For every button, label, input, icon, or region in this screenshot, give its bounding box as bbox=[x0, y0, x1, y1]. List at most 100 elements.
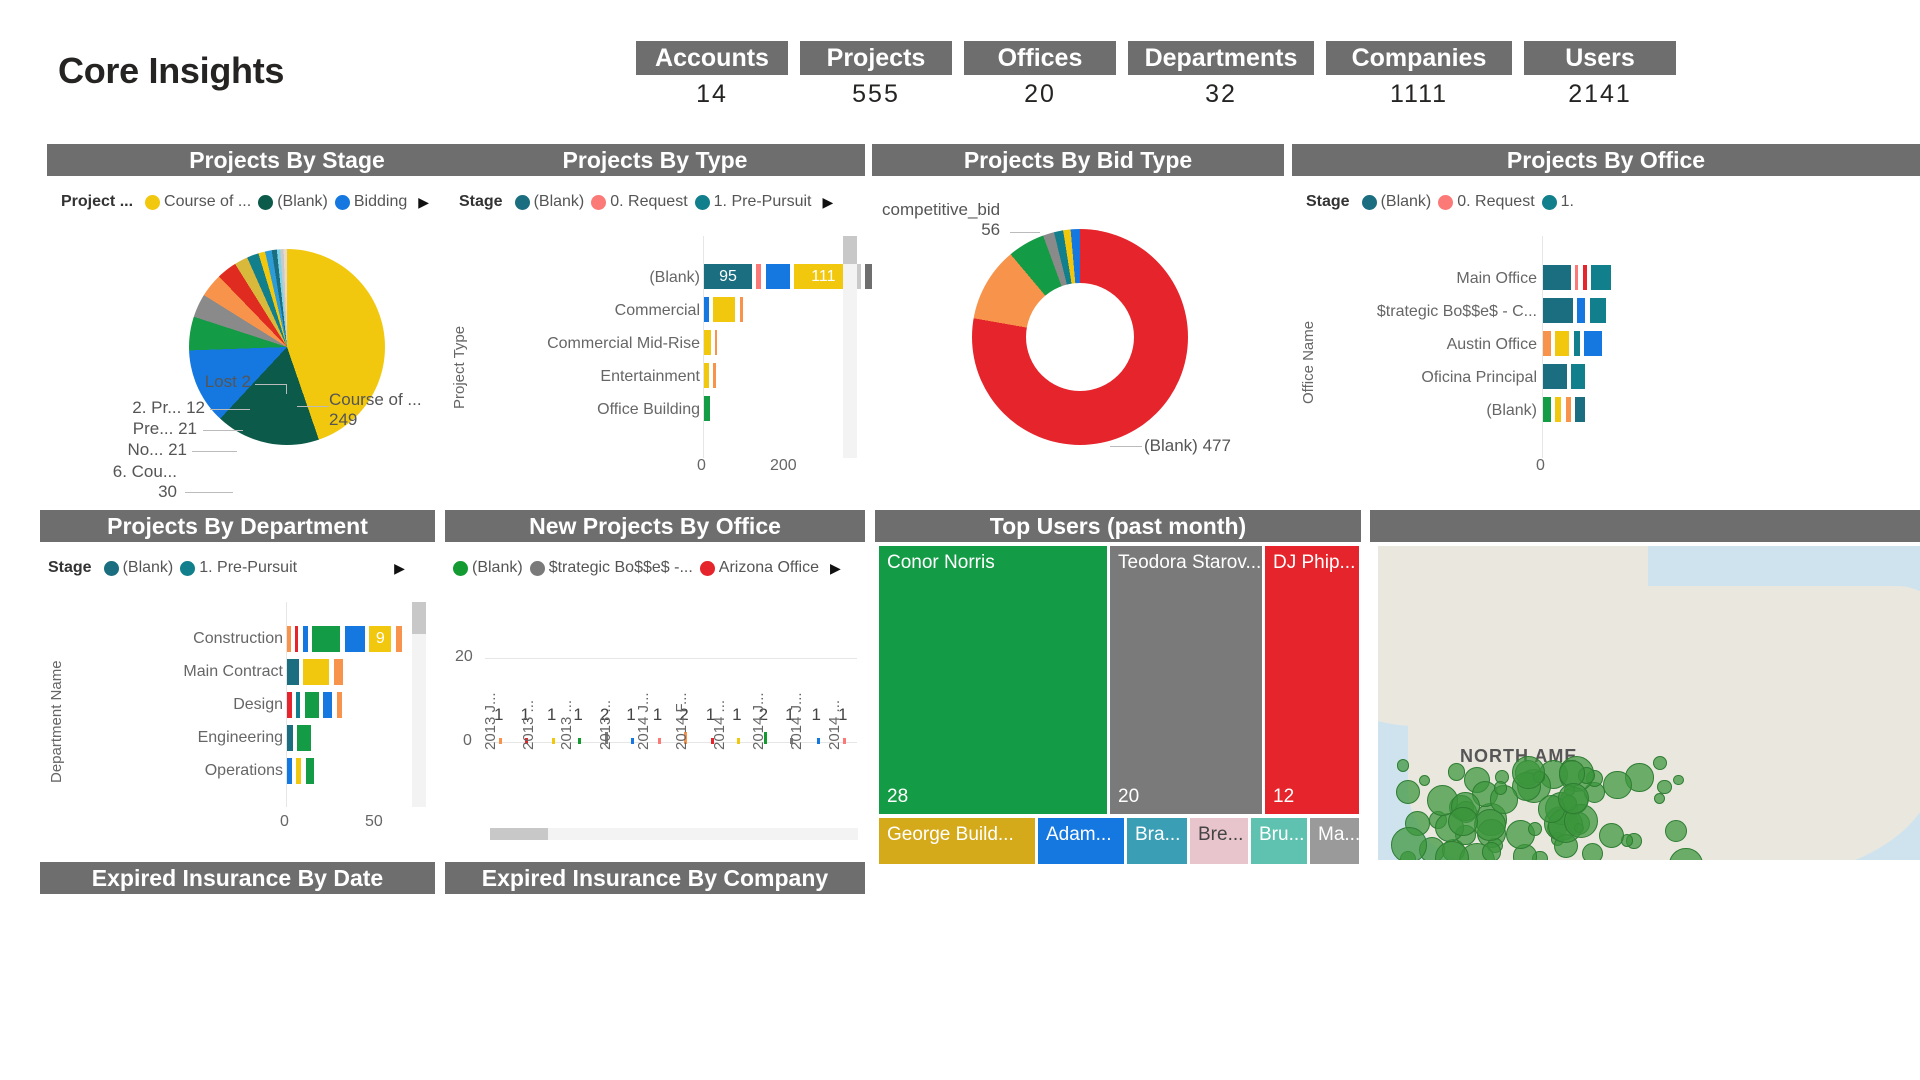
bar-segment[interactable] bbox=[1575, 265, 1579, 290]
chevron-right-icon[interactable]: ▶ bbox=[394, 560, 405, 577]
bar-segment[interactable] bbox=[296, 758, 302, 784]
bar-segment[interactable] bbox=[287, 692, 292, 718]
bar-segment[interactable] bbox=[287, 758, 292, 784]
bar-segment[interactable] bbox=[704, 330, 711, 355]
bar-segment[interactable] bbox=[312, 626, 341, 652]
treemap-tile[interactable]: Bru... bbox=[1251, 818, 1307, 864]
bar-segment[interactable] bbox=[305, 758, 314, 784]
bar-segment[interactable] bbox=[1543, 364, 1567, 389]
vertical-scrollbar[interactable] bbox=[412, 602, 426, 807]
vertical-scrollbar[interactable] bbox=[843, 236, 857, 458]
bar-segment[interactable] bbox=[1543, 331, 1551, 356]
bar-segment[interactable] bbox=[287, 626, 291, 652]
scrollbar-thumb[interactable] bbox=[412, 602, 426, 634]
map-bubble[interactable] bbox=[1603, 771, 1632, 800]
legend-item[interactable]: (Blank) bbox=[103, 559, 173, 577]
map-bubble[interactable] bbox=[1493, 781, 1508, 795]
treemap-top-users[interactable]: Conor Norris 28 Teodora Starov... 20 DJ … bbox=[875, 546, 1361, 864]
bar-segment[interactable] bbox=[739, 297, 743, 322]
data-marker[interactable] bbox=[499, 738, 502, 744]
bar-segment[interactable] bbox=[713, 297, 736, 322]
bar-row[interactable]: 9 bbox=[287, 626, 402, 652]
data-marker[interactable] bbox=[631, 738, 635, 744]
donut-chart-projects-by-bid-type[interactable] bbox=[972, 229, 1188, 445]
kpi-card-accounts[interactable]: Accounts 14 bbox=[636, 41, 788, 109]
kpi-card-projects[interactable]: Projects 555 bbox=[800, 41, 952, 109]
bar-segment[interactable] bbox=[287, 659, 299, 685]
bar-segment[interactable] bbox=[715, 330, 718, 355]
kpi-card-departments[interactable]: Departments 32 bbox=[1128, 41, 1314, 109]
bar-segment[interactable] bbox=[1543, 298, 1573, 323]
bar-segment[interactable] bbox=[1591, 265, 1612, 290]
bar-segment[interactable] bbox=[296, 692, 301, 718]
legend-item[interactable]: Course of ... bbox=[145, 193, 251, 211]
treemap-tile[interactable]: Bre... bbox=[1190, 818, 1248, 864]
bar-segment[interactable] bbox=[302, 626, 308, 652]
bar-segment[interactable] bbox=[1565, 397, 1571, 422]
bar-row[interactable] bbox=[287, 725, 312, 751]
bar-segment[interactable] bbox=[303, 659, 330, 685]
treemap-tile[interactable]: Teodora Starov... 20 bbox=[1110, 546, 1262, 814]
bar-row[interactable]: 95 111 bbox=[704, 264, 895, 289]
legend-item[interactable]: (Blank) bbox=[514, 193, 584, 211]
bar-row[interactable] bbox=[704, 297, 743, 322]
treemap-tile[interactable]: Conor Norris 28 bbox=[879, 546, 1107, 814]
legend-item[interactable]: (Blank) bbox=[453, 559, 523, 577]
chevron-right-icon[interactable]: ▶ bbox=[830, 560, 841, 577]
bar-segment[interactable] bbox=[344, 626, 365, 652]
map-bubble[interactable] bbox=[1396, 758, 1410, 772]
bar-segment[interactable] bbox=[1555, 397, 1562, 422]
legend-item[interactable]: Arizona Office bbox=[699, 559, 819, 577]
bar-segment[interactable] bbox=[1582, 265, 1587, 290]
bar-segment[interactable] bbox=[1571, 364, 1586, 389]
treemap-tile[interactable]: George Build... bbox=[879, 818, 1035, 864]
map-bubble[interactable] bbox=[1673, 774, 1684, 785]
bar-row[interactable] bbox=[287, 659, 343, 685]
bar-row[interactable] bbox=[287, 758, 314, 784]
legend-item[interactable]: 1. bbox=[1541, 193, 1574, 211]
bar-segment[interactable] bbox=[297, 725, 312, 751]
bar-segment[interactable] bbox=[1543, 397, 1551, 422]
bar-segment[interactable] bbox=[323, 692, 333, 718]
map-bubble[interactable] bbox=[1665, 819, 1688, 842]
bar-segment[interactable] bbox=[856, 264, 861, 289]
legend-item[interactable]: 1. Pre-Pursuit bbox=[694, 193, 811, 211]
bar-segment[interactable] bbox=[295, 626, 299, 652]
map-visual[interactable]: NORTH AME bbox=[1378, 546, 1920, 860]
bar-segment[interactable] bbox=[287, 725, 293, 751]
map-bubble[interactable] bbox=[1557, 782, 1589, 814]
bar-row[interactable] bbox=[1543, 265, 1612, 290]
legend-item[interactable]: 0. Request bbox=[591, 193, 688, 211]
legend-item[interactable]: (Blank) bbox=[1361, 193, 1431, 211]
bar-segment[interactable] bbox=[1589, 298, 1606, 323]
treemap-tile[interactable]: Adam... bbox=[1038, 818, 1124, 864]
bar-segment[interactable] bbox=[304, 692, 319, 718]
treemap-tile[interactable]: DJ Phip... 12 bbox=[1265, 546, 1359, 814]
chevron-right-icon[interactable]: ▶ bbox=[418, 194, 429, 211]
bar-segment[interactable] bbox=[713, 363, 717, 388]
bar-segment[interactable] bbox=[333, 659, 343, 685]
scrollbar-thumb[interactable] bbox=[843, 236, 857, 264]
bar-segment[interactable] bbox=[1584, 331, 1603, 356]
bar-row[interactable] bbox=[1543, 298, 1606, 323]
kpi-card-companies[interactable]: Companies 1111 bbox=[1326, 41, 1512, 109]
bar-segment[interactable] bbox=[336, 692, 342, 718]
data-marker[interactable] bbox=[551, 738, 555, 744]
bar-segment[interactable]: 95 bbox=[704, 264, 752, 289]
kpi-card-offices[interactable]: Offices 20 bbox=[964, 41, 1116, 109]
bar-segment[interactable] bbox=[395, 626, 402, 652]
legend-item[interactable]: 0. Request bbox=[1438, 193, 1535, 211]
bar-segment[interactable] bbox=[756, 264, 762, 289]
data-marker[interactable] bbox=[843, 738, 846, 744]
kpi-card-users[interactable]: Users 2141 bbox=[1524, 41, 1676, 109]
data-marker[interactable] bbox=[737, 738, 741, 744]
bar-segment[interactable] bbox=[704, 363, 709, 388]
bar-segment[interactable] bbox=[1577, 298, 1586, 323]
chevron-right-icon[interactable]: ▶ bbox=[822, 194, 833, 211]
map-bubble[interactable] bbox=[1448, 806, 1479, 837]
legend-item[interactable]: $trategic Bo$$e$ -... bbox=[529, 559, 693, 577]
map-bubble[interactable] bbox=[1657, 779, 1672, 795]
bar-segment[interactable] bbox=[1543, 265, 1571, 290]
bar-row[interactable] bbox=[287, 692, 342, 718]
bar-segment[interactable] bbox=[704, 297, 709, 322]
